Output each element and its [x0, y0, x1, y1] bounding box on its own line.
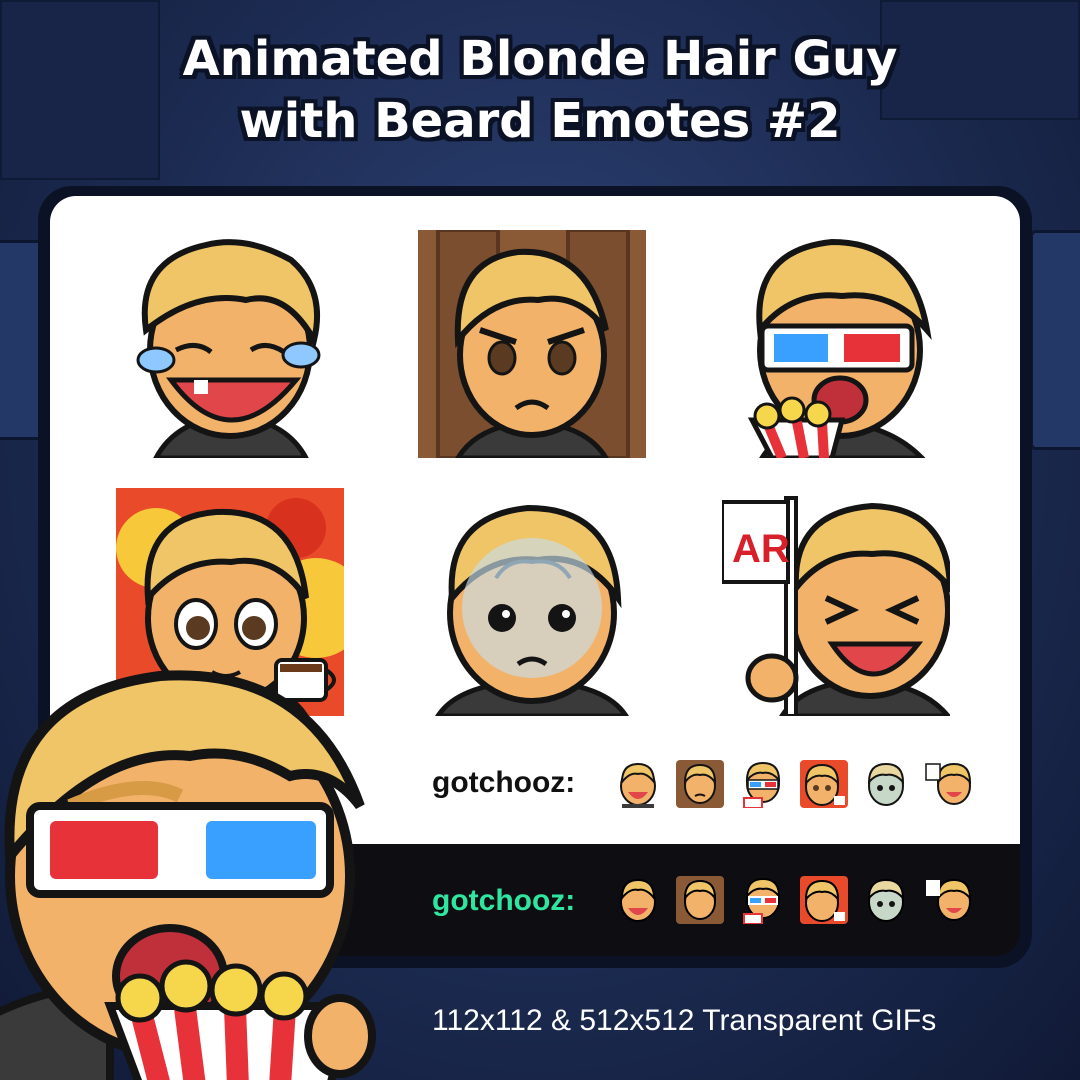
annoyed-emote-icon [418, 230, 646, 458]
mini-emote-row-light [614, 760, 972, 808]
mini-brain-fog-icon [862, 760, 910, 808]
flag-text: AR [732, 527, 790, 571]
background-monitor [1030, 230, 1080, 450]
mini-3d-glasses-popcorn-icon [738, 876, 786, 924]
mini-flag-cheer-icon [924, 876, 972, 924]
mini-coffee-fire-icon [800, 760, 848, 808]
3d-glasses-popcorn-emote-icon [747, 238, 932, 458]
mini-laughing-crying-icon [614, 876, 662, 924]
chat-username-dark: gotchooz: [432, 884, 576, 917]
title-line-1: Animated Blonde Hair Guy [182, 31, 898, 87]
title-line-2: with Beard Emotes #2 [239, 93, 841, 149]
emote-annoyed [418, 230, 646, 458]
mini-annoyed-icon [676, 876, 724, 924]
flag-cheer-emote-icon: AR [722, 496, 950, 716]
chat-username-light: gotchooz: [432, 766, 576, 799]
mini-flag-cheer-icon [924, 760, 972, 808]
emote-laughing-crying [116, 230, 344, 458]
laughing-crying-emote-icon [136, 239, 321, 458]
mini-laughing-crying-icon [614, 760, 662, 808]
3d-glasses-character-icon [0, 670, 376, 1080]
emote-3d-glasses-popcorn [722, 230, 950, 458]
emote-flag-cheer: AR [722, 488, 950, 716]
big-3d-glasses-character [0, 656, 420, 1080]
mini-3d-glasses-popcorn-icon [738, 760, 786, 808]
mini-annoyed-icon [676, 760, 724, 808]
mini-coffee-fire-icon [800, 876, 848, 924]
brain-fog-emote-icon [435, 504, 629, 716]
format-footer: 112x112 & 512x512 Transparent GIFs [432, 1004, 937, 1037]
mini-brain-fog-icon [862, 876, 910, 924]
mini-emote-row-dark [614, 876, 972, 924]
page-title: Animated Blonde Hair Guy with Beard Emot… [0, 28, 1080, 152]
emote-brain-fog [418, 488, 646, 716]
